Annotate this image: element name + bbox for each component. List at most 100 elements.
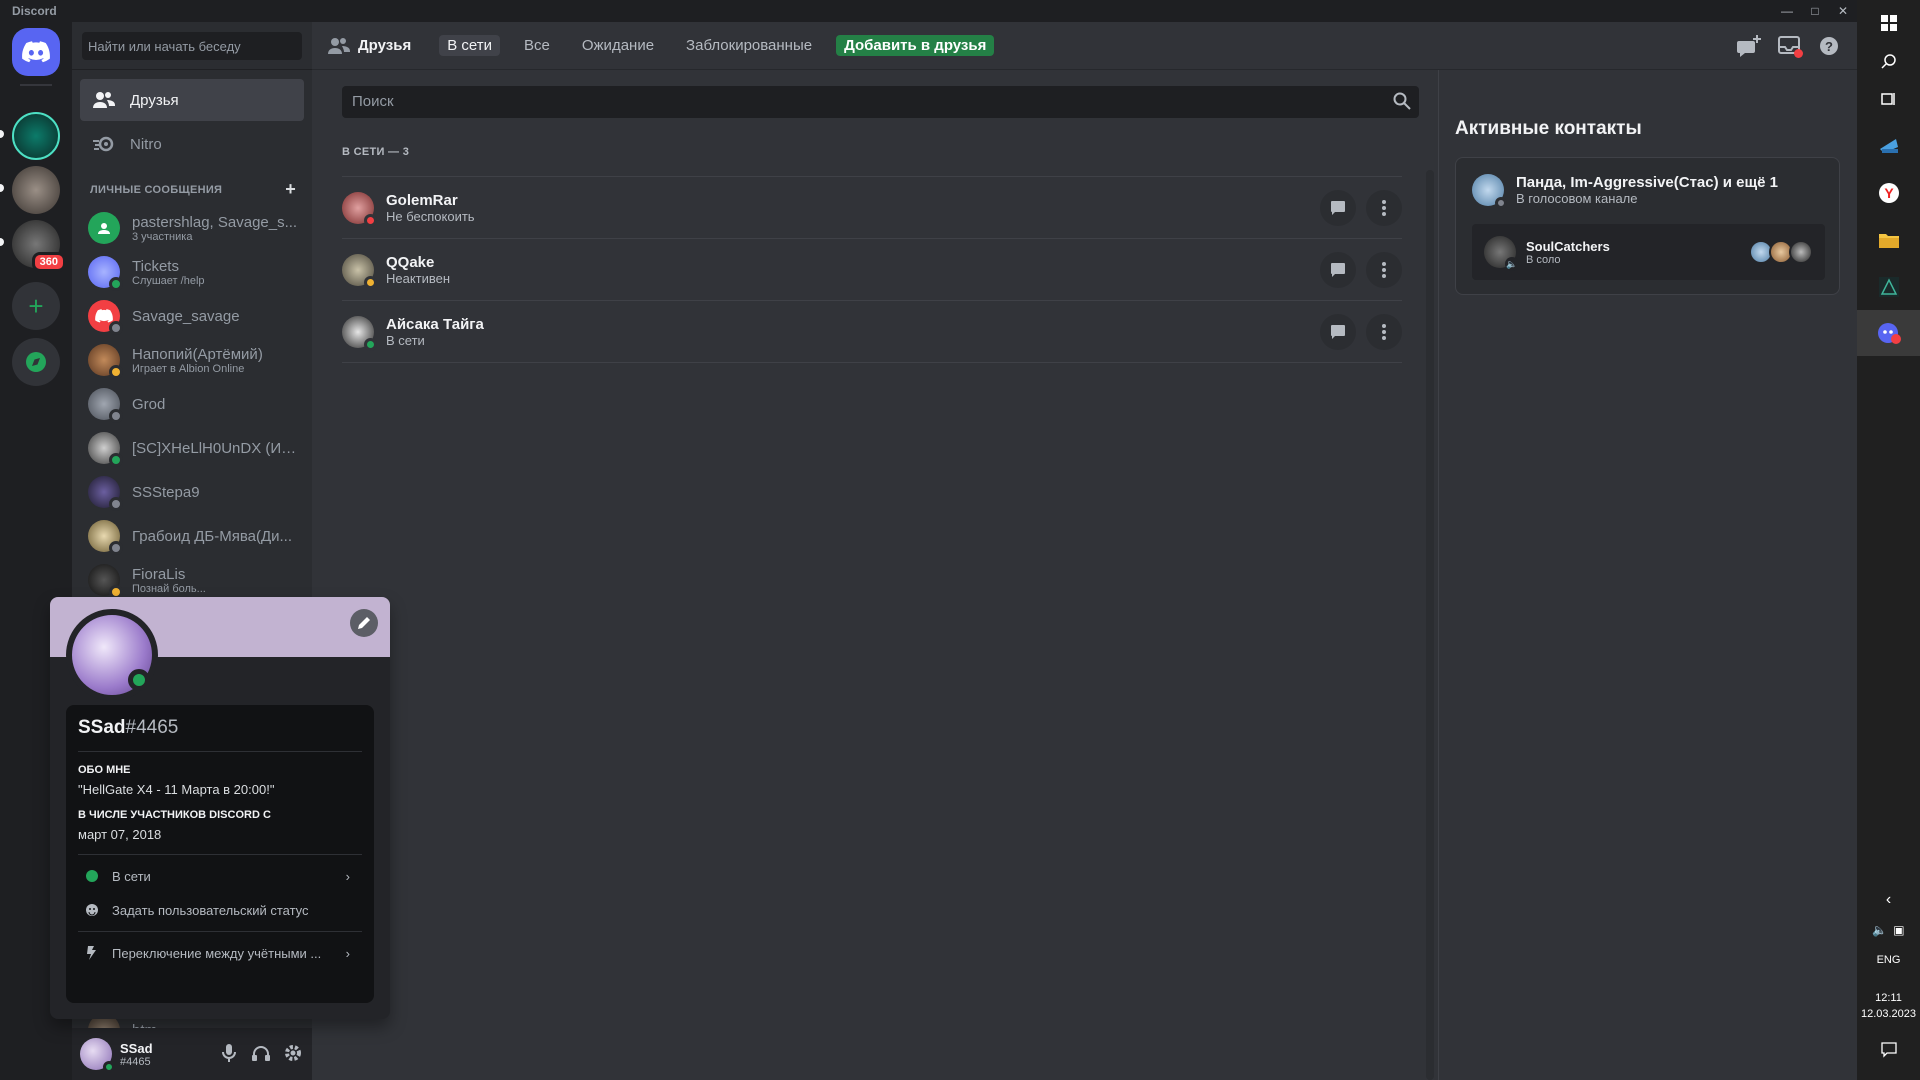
add-friend-button[interactable]: Добавить в друзья [836,35,995,56]
status-idle [109,365,123,379]
dm-item[interactable]: Напопий(Артёмий) Играет в Albion Online [80,339,304,381]
more-icon[interactable] [1366,189,1402,226]
minimize-icon[interactable]: — [1773,0,1801,22]
dm-item[interactable]: pastershlag, Savage_s... 3 участника [80,207,304,249]
status-selector[interactable]: В сети › [78,859,362,893]
message-icon[interactable] [1320,251,1356,288]
message-icon[interactable] [1320,313,1356,350]
headphones-icon[interactable] [250,1042,272,1064]
inbox-dot [1794,49,1803,58]
page-title: Друзья [358,37,412,54]
task-view-button[interactable] [1857,76,1920,122]
active-now-card[interactable]: Панда, Im-Aggressive(Стас) и ещё 1 В гол… [1455,157,1840,295]
file-explorer-app[interactable] [1857,217,1920,263]
app-icon [1878,277,1899,297]
tray-icons: 🔈 ▣ [1857,915,1920,945]
status-offline [1495,197,1507,209]
server-icon[interactable]: 360 [12,220,66,272]
dm-item[interactable]: Tickets Слушает /help [80,251,304,293]
active-now-panel: Активные контакты Панда, Im-Aggressive(С… [1438,70,1857,1080]
avatar [88,432,123,467]
tab-pending[interactable]: Ожидание [574,35,662,56]
active-now-title: Активные контакты [1455,118,1642,139]
dm-item[interactable]: Grod [80,383,304,425]
tab-all[interactable]: Все [516,35,558,56]
help-icon[interactable]: ? [1817,34,1841,58]
dm-name: Грабоид ДБ-Мява(Ди... [132,527,292,545]
scrollbar[interactable] [1426,170,1434,1080]
chevron-right-icon: › [345,868,350,884]
dm-name: Grod [132,395,166,413]
tab-blocked[interactable]: Заблокированные [678,35,820,56]
friend-name: GolemRar [386,191,458,209]
chevron-right-icon: › [345,945,350,961]
more-icon[interactable] [1366,313,1402,350]
avatar [88,300,123,335]
volume-icon[interactable]: 🔈 [1872,923,1887,937]
activity-header: Панда, Im-Aggressive(Стас) и ещё 1 В гол… [1472,174,1778,209]
plus-icon: + [28,291,44,321]
server-icon[interactable] [12,166,60,214]
yandex-icon: Y [1878,183,1899,203]
dm-item[interactable]: [SC]XHeLlH0UnDX (Ил... [80,427,304,469]
avatar [88,388,123,423]
yandex-browser-app[interactable]: Y [1857,170,1920,216]
inbox-icon[interactable] [1777,34,1803,58]
friends-main: Друзья В сети Все Ожидание Заблокированн… [312,22,1857,1080]
microphone-icon[interactable] [218,1042,240,1064]
smiley-icon [84,902,100,918]
friend-status: В сети [386,332,425,348]
close-icon[interactable]: ✕ [1829,0,1857,22]
notifications-button[interactable] [1857,1030,1920,1070]
tray-overflow-button[interactable]: ‹ [1857,885,1920,915]
server-icon[interactable] [12,112,60,160]
explore-button[interactable] [12,338,60,386]
profile-popout: SSad#4465 ОБО МНЕ "HellGate X4 - 11 Март… [50,597,390,1019]
dm-name: SSStepa9 [132,483,200,501]
maximize-icon[interactable]: □ [1801,0,1829,22]
new-group-dm-icon[interactable] [1737,34,1761,58]
settings-gear-icon[interactable] [282,1042,304,1064]
network-icon[interactable]: ▣ [1893,923,1904,937]
discord-app-icon [1877,323,1901,344]
clock-time[interactable]: 12:11 [1857,992,1920,1004]
dm-item[interactable]: Грабоид ДБ-Мява(Ди... [80,515,304,557]
friend-row[interactable]: QQake Неактивен [342,238,1402,300]
create-dm-plus-icon[interactable]: + [285,180,296,198]
voice-channel-box[interactable]: 🔈 SoulCatchers В соло [1472,224,1825,280]
home-button[interactable] [12,28,60,76]
profile-avatar[interactable] [66,609,158,701]
user-info[interactable]: SSad #4465 [120,1041,153,1068]
dm-sub: Познай боль... [132,582,206,595]
custom-status-button[interactable]: Задать пользовательский статус [78,893,362,927]
friend-row[interactable]: GolemRar Не беспокоить [342,176,1402,238]
search-icon [1393,92,1411,110]
friend-row[interactable]: Айсака Тайга В сети [342,300,1402,362]
unread-pill [0,184,4,192]
svg-text:?: ? [1825,39,1833,54]
taskbar-app[interactable] [1857,264,1920,310]
dm-item[interactable]: SSStepa9 [80,471,304,513]
tab-online[interactable]: В сети [439,35,500,56]
user-avatar[interactable] [80,1038,115,1073]
dm-item[interactable]: Savage_savage [80,295,304,337]
dm-item[interactable]: FioraLis Познай боль... [80,559,304,601]
friend-status: Не беспокоить [386,208,475,224]
language-indicator[interactable]: ENG [1857,954,1920,966]
nav-nitro[interactable]: Nitro [80,123,304,165]
edit-profile-button[interactable] [350,609,378,637]
nav-friends[interactable]: Друзья [80,79,304,121]
find-conversation-button[interactable]: Найти или начать беседу [82,32,302,60]
status-offline [109,541,123,555]
taskbar-app[interactable] [1857,122,1920,168]
nitro-icon [92,132,116,156]
switch-accounts-button[interactable]: Переключение между учётными ... › [78,936,362,970]
friends-search-input[interactable]: Поиск [342,86,1419,118]
more-icon[interactable] [1366,251,1402,288]
avatar [342,253,377,289]
discord-app[interactable] [1857,310,1920,356]
add-server-button[interactable]: + [12,282,60,330]
clock-date[interactable]: 12.03.2023 [1857,1008,1920,1020]
status-online [109,277,123,291]
message-icon[interactable] [1320,189,1356,226]
